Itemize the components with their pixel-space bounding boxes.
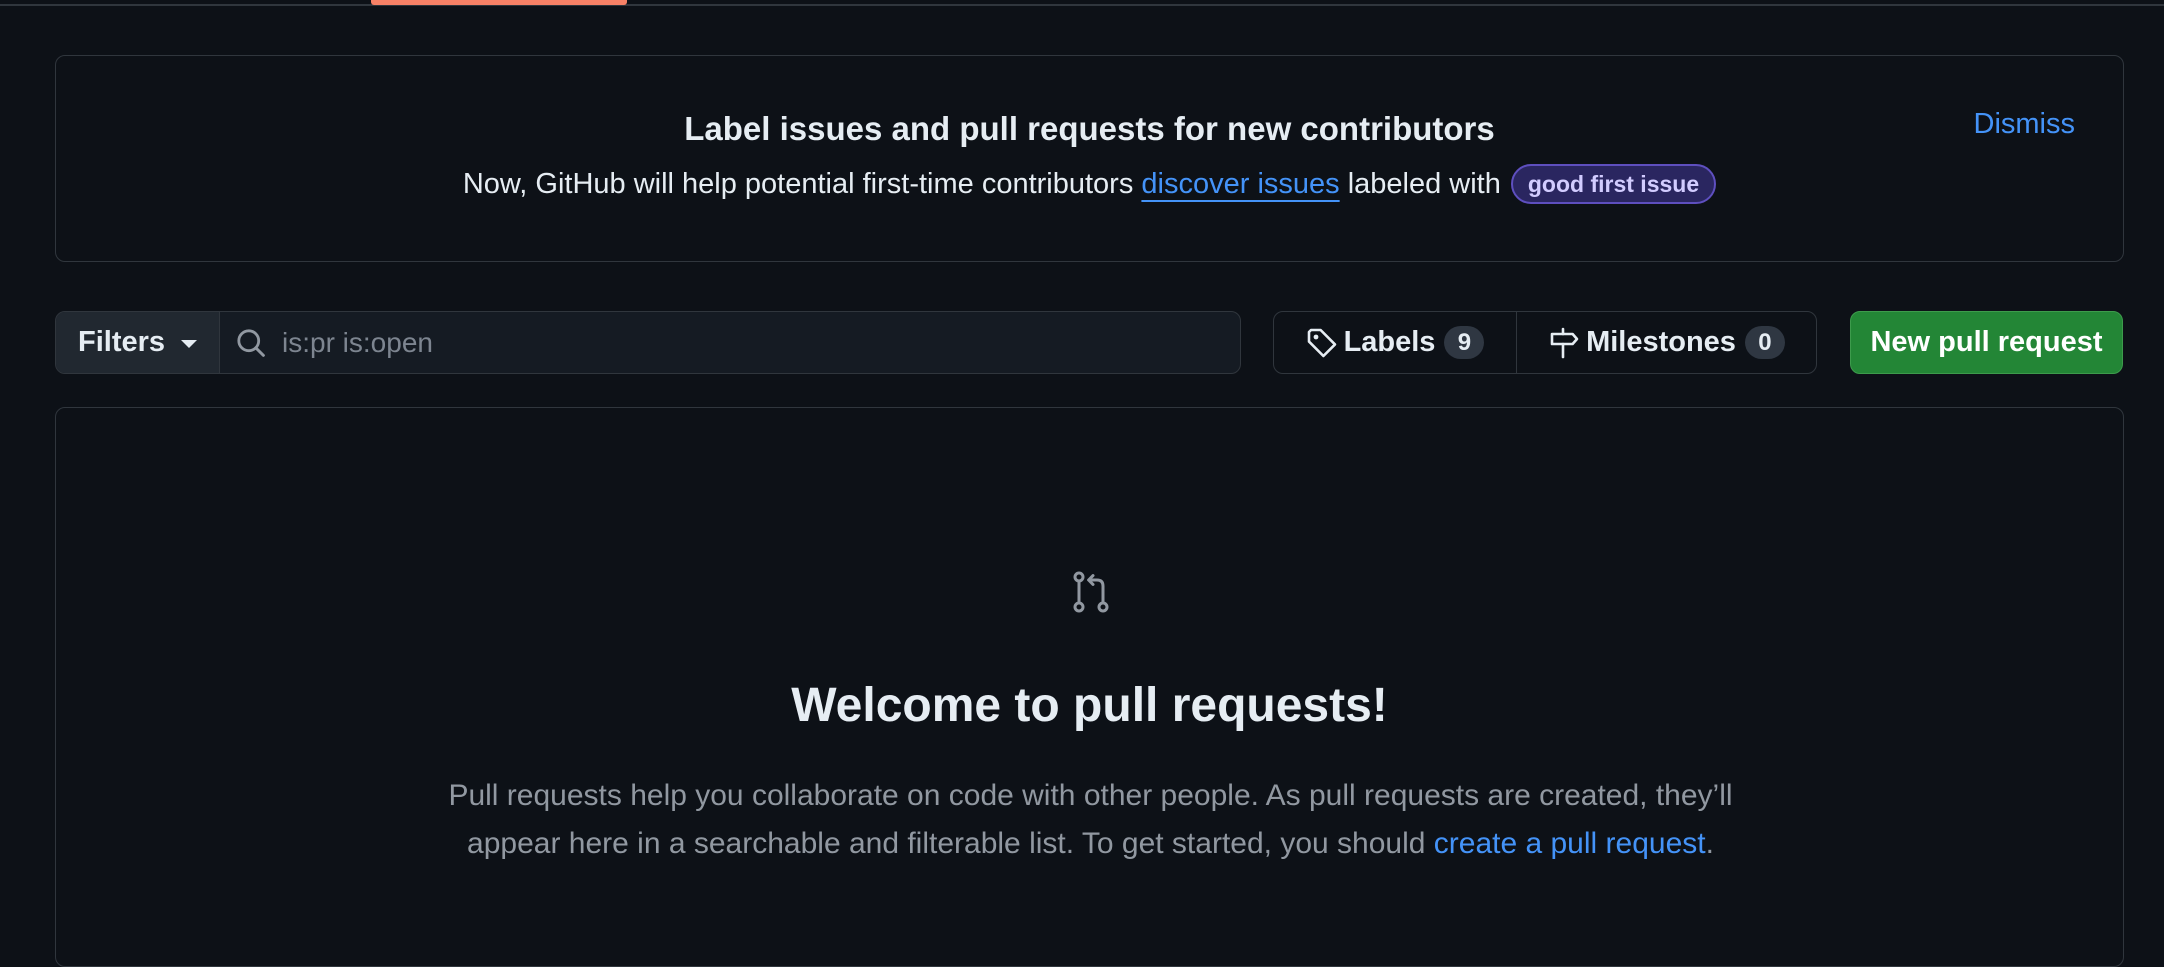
- filters-search-group: Filters: [55, 311, 1241, 374]
- banner-text-before: Now, GitHub will help potential first-ti…: [462, 167, 1142, 200]
- new-pull-request-button[interactable]: New pull request: [1850, 311, 2123, 374]
- create-pull-request-link[interactable]: create a pull request: [1434, 827, 1706, 860]
- dismiss-button[interactable]: Dismiss: [1974, 108, 2076, 141]
- search-input[interactable]: [280, 325, 1240, 360]
- labels-button[interactable]: Labels 9: [1274, 312, 1517, 373]
- labels-label: Labels: [1343, 326, 1436, 358]
- blankslate-heading: Welcome to pull requests!: [791, 679, 1388, 732]
- blankslate-description-end: .: [1705, 827, 1714, 860]
- banner-text: Now, GitHub will help potential first-ti…: [56, 164, 2123, 204]
- repo-nav-strip: [0, 0, 2164, 6]
- filters-button[interactable]: Filters: [56, 312, 220, 373]
- discover-issues-link[interactable]: discover issues: [1141, 168, 1339, 201]
- search-icon: [237, 328, 265, 357]
- search-field: [220, 312, 1240, 373]
- blankslate-description: Pull requests help you collaborate on co…: [416, 772, 1765, 868]
- pull-requests-blankslate: Welcome to pull requests! Pull requests …: [55, 407, 2124, 967]
- banner-title: Label issues and pull requests for new c…: [684, 110, 1495, 147]
- filters-label: Filters: [77, 326, 166, 358]
- labels-count: 9: [1444, 326, 1485, 359]
- active-tab-indicator: [371, 0, 627, 5]
- milestones-count: 0: [1744, 326, 1785, 359]
- new-contributors-banner: Label issues and pull requests for new c…: [55, 55, 2124, 262]
- milestones-label: Milestones: [1586, 326, 1736, 358]
- caret-down-icon: [181, 340, 198, 348]
- good-first-issue-label: good first issue: [1510, 164, 1717, 204]
- tag-icon: [1307, 328, 1336, 357]
- banner-text-after: labeled with: [1339, 167, 1501, 200]
- git-pull-request-icon: [1073, 571, 1109, 613]
- milestone-icon: [1550, 327, 1579, 358]
- milestones-button[interactable]: Milestones 0: [1517, 312, 1816, 373]
- labels-milestones-group: Labels 9 Milestones 0: [1273, 311, 1817, 374]
